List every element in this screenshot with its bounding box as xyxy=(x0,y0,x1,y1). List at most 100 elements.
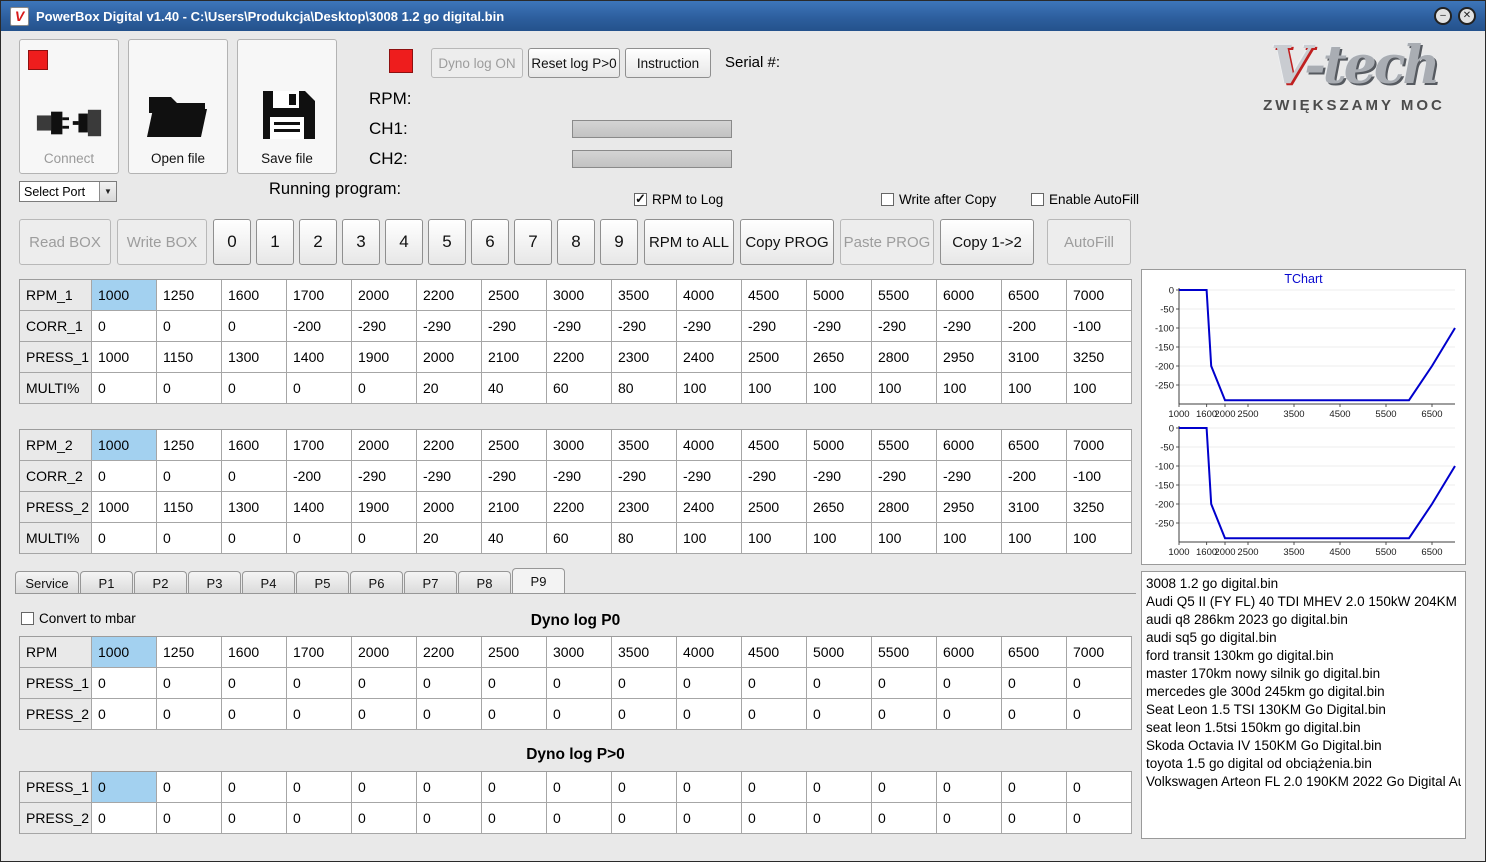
grid-cell[interactable]: 0 xyxy=(92,523,157,554)
tab-p5[interactable]: P5 xyxy=(296,571,349,594)
grid-cell[interactable]: 0 xyxy=(1067,668,1132,699)
grid-cell[interactable]: -290 xyxy=(937,311,1002,342)
file-list-item[interactable]: mercedes gle 300d 245km go digital.bin xyxy=(1146,683,1461,701)
tab-p9[interactable]: P9 xyxy=(512,568,565,594)
grid-cell[interactable]: 0 xyxy=(1002,668,1067,699)
grid-cell[interactable]: 3100 xyxy=(1002,342,1067,373)
copy-1-to-2-button[interactable]: Copy 1->2 xyxy=(940,219,1034,265)
grid-cell[interactable]: 4500 xyxy=(742,430,807,461)
grid-cell[interactable]: -200 xyxy=(1002,461,1067,492)
file-list-panel[interactable]: 3008 1.2 go digital.bin Audi Q5 II (FY FL… xyxy=(1141,571,1466,839)
grid-cell[interactable]: 0 xyxy=(612,668,677,699)
digit-button-2[interactable]: 2 xyxy=(299,219,337,265)
grid-cell[interactable]: -100 xyxy=(1067,461,1132,492)
grid-cell[interactable]: 0 xyxy=(807,699,872,730)
grid-cell[interactable]: 100 xyxy=(1067,373,1132,404)
digit-button-0[interactable]: 0 xyxy=(213,219,251,265)
file-list-item[interactable]: 3008 1.2 go digital.bin xyxy=(1146,575,1461,593)
grid-cell[interactable]: 0 xyxy=(222,523,287,554)
grid-cell[interactable]: -290 xyxy=(417,311,482,342)
grid-cell[interactable]: 2200 xyxy=(417,280,482,311)
grid-cell[interactable]: 0 xyxy=(1002,772,1067,803)
grid-cell[interactable]: 0 xyxy=(287,699,352,730)
grid-cell[interactable]: 0 xyxy=(547,803,612,834)
grid-cell[interactable]: 1400 xyxy=(287,342,352,373)
grid-cell[interactable]: 100 xyxy=(872,523,937,554)
grid-cell[interactable]: 1600 xyxy=(222,637,287,668)
dyno-log-on-button[interactable]: Dyno log ON xyxy=(431,48,523,78)
reset-log-button[interactable]: Reset log P>0 xyxy=(528,48,620,78)
grid-cell[interactable]: 0 xyxy=(287,803,352,834)
tab-service[interactable]: Service xyxy=(15,571,79,594)
grid-cell[interactable]: 1000 xyxy=(92,637,157,668)
chevron-down-icon[interactable]: ▼ xyxy=(99,182,116,201)
grid-cell[interactable]: 0 xyxy=(417,699,482,730)
grid-cell[interactable]: 0 xyxy=(222,373,287,404)
grid-cell[interactable]: 2500 xyxy=(742,492,807,523)
grid-cell[interactable]: 2200 xyxy=(417,637,482,668)
grid-cell[interactable]: 2800 xyxy=(872,342,937,373)
grid-cell[interactable]: 100 xyxy=(807,373,872,404)
file-list-item[interactable]: Audi Q5 II (FY FL) 40 TDI MHEV 2.0 150kW… xyxy=(1146,593,1461,611)
grid-cell[interactable]: 0 xyxy=(287,772,352,803)
grid-cell[interactable]: 0 xyxy=(352,523,417,554)
grid-cell[interactable]: 5000 xyxy=(807,430,872,461)
grid-cell[interactable]: 0 xyxy=(1002,699,1067,730)
grid-cell[interactable]: 2300 xyxy=(612,492,677,523)
grid-cell[interactable]: -290 xyxy=(872,311,937,342)
grid-cell[interactable]: 1900 xyxy=(352,342,417,373)
grid-cell[interactable]: 0 xyxy=(482,699,547,730)
grid-cell[interactable]: 100 xyxy=(807,523,872,554)
grid-cell[interactable]: 0 xyxy=(222,668,287,699)
grid-cell[interactable]: 4500 xyxy=(742,637,807,668)
grid-cell[interactable]: 0 xyxy=(807,772,872,803)
grid-cell[interactable]: 100 xyxy=(1002,373,1067,404)
grid-cell[interactable]: 0 xyxy=(872,668,937,699)
grid-cell[interactable]: 0 xyxy=(742,803,807,834)
select-port-dropdown[interactable]: Select Port ▼ xyxy=(19,181,117,202)
grid-cell[interactable]: 3500 xyxy=(612,430,677,461)
grid-cell[interactable]: 100 xyxy=(937,373,1002,404)
grid-cell[interactable]: 6000 xyxy=(937,280,1002,311)
grid-cell[interactable]: 2400 xyxy=(677,492,742,523)
grid-cell[interactable]: 3000 xyxy=(547,280,612,311)
grid-cell[interactable]: -290 xyxy=(677,311,742,342)
grid-cell[interactable]: 1700 xyxy=(287,637,352,668)
file-list-item[interactable]: Volkswagen Arteon FL 2.0 190KM 2022 Go D… xyxy=(1146,773,1461,791)
grid-cell[interactable]: 0 xyxy=(157,699,222,730)
grid-cell[interactable]: 0 xyxy=(222,461,287,492)
grid-cell[interactable]: 5000 xyxy=(807,280,872,311)
grid-cell[interactable]: 5500 xyxy=(872,430,937,461)
grid-cell[interactable]: 4000 xyxy=(677,280,742,311)
grid-cell[interactable]: 0 xyxy=(482,772,547,803)
grid-cell[interactable]: 0 xyxy=(287,373,352,404)
tab-p4[interactable]: P4 xyxy=(242,571,295,594)
grid-cell[interactable]: 0 xyxy=(872,699,937,730)
grid-cell[interactable]: 0 xyxy=(92,772,157,803)
grid-cell[interactable]: 20 xyxy=(417,523,482,554)
connect-button[interactable]: Connect xyxy=(19,39,119,174)
grid-cell[interactable]: 2950 xyxy=(937,342,1002,373)
grid-cell[interactable]: 2100 xyxy=(482,492,547,523)
write-box-button[interactable]: Write BOX xyxy=(117,219,207,265)
grid-cell[interactable]: 4000 xyxy=(677,637,742,668)
paste-prog-button[interactable]: Paste PROG xyxy=(840,219,934,265)
grid-cell[interactable]: 1600 xyxy=(222,430,287,461)
grid-cell[interactable]: 6500 xyxy=(1002,280,1067,311)
grid-cell[interactable]: 2500 xyxy=(482,430,547,461)
close-button[interactable]: ✕ xyxy=(1458,7,1476,25)
grid-cell[interactable]: 0 xyxy=(742,668,807,699)
copy-prog-button[interactable]: Copy PROG xyxy=(740,219,834,265)
grid-cell[interactable]: 7000 xyxy=(1067,637,1132,668)
grid-cell[interactable]: 0 xyxy=(157,311,222,342)
grid-cell[interactable]: -290 xyxy=(872,461,937,492)
digit-button-5[interactable]: 5 xyxy=(428,219,466,265)
grid-cell[interactable]: 0 xyxy=(1067,803,1132,834)
grid-cell[interactable]: -290 xyxy=(482,461,547,492)
grid-cell[interactable]: 1300 xyxy=(222,342,287,373)
grid-cell[interactable]: 6000 xyxy=(937,637,1002,668)
grid-cell[interactable]: 0 xyxy=(872,772,937,803)
grid-cell[interactable]: 2000 xyxy=(417,492,482,523)
grid-cell[interactable]: 2400 xyxy=(677,342,742,373)
grid-cell[interactable]: 0 xyxy=(742,772,807,803)
